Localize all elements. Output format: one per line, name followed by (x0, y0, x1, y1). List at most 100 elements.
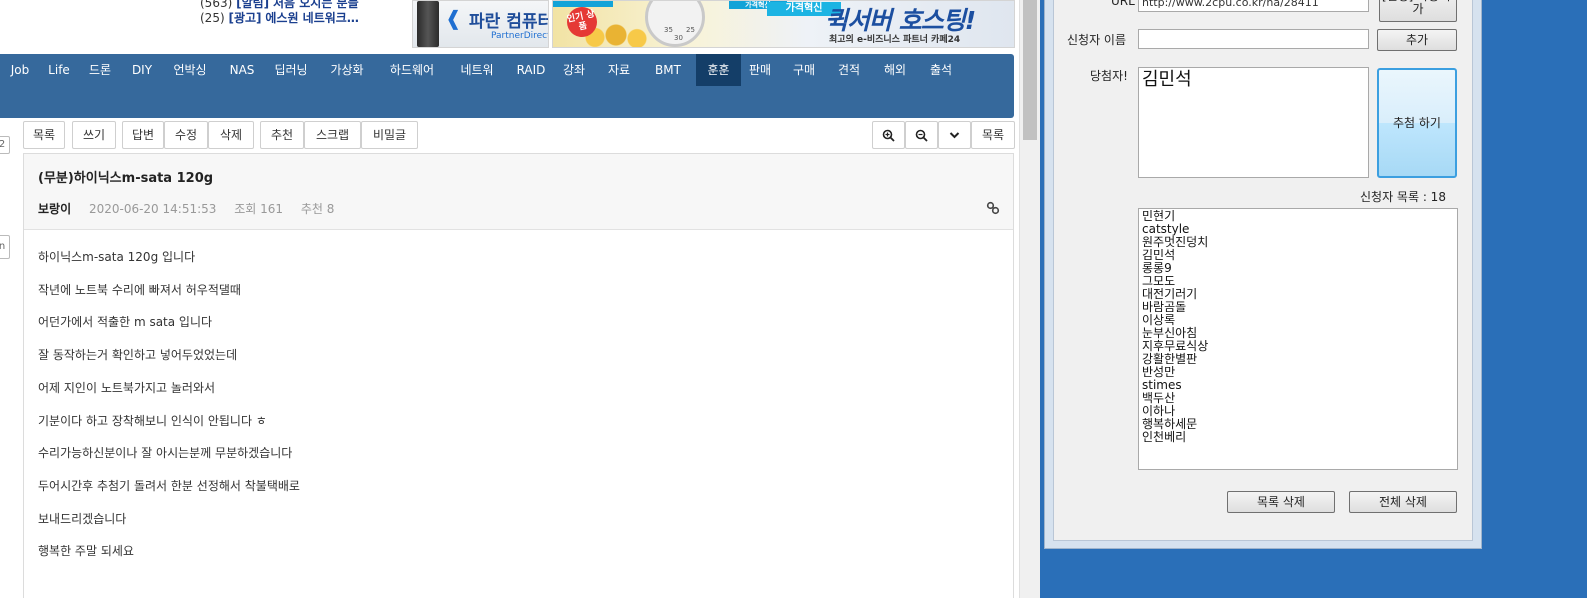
applicant-item[interactable]: 반성만 (1142, 366, 1454, 379)
clock-icon: 35 30 25 (645, 1, 705, 47)
write-button[interactable]: 쓰기 (72, 121, 116, 149)
post-title: (무분)하이닉스m-sata 120g (38, 171, 214, 186)
news-title[interactable]: 에스원 네트워크… (265, 11, 358, 25)
url-input[interactable] (1138, 0, 1369, 12)
draw-button[interactable]: 추첨 하기 (1377, 68, 1457, 178)
recommend-button[interactable]: 추천 (260, 121, 304, 149)
link-icon[interactable] (986, 201, 1000, 215)
secret-button[interactable]: 비밀글 (361, 121, 418, 149)
applicant-name-input[interactable] (1138, 29, 1369, 49)
nav-item-8[interactable]: 하드웨어 (381, 54, 443, 86)
nav-item-4[interactable]: 언박싱 (165, 54, 215, 86)
url-label: URL (1111, 0, 1135, 8)
applicant-item[interactable]: 김민석 (1142, 249, 1454, 262)
banner-brand: 파란 컴퓨터 (469, 12, 549, 32)
ad-banner-cafe24-hosting[interactable]: 인기 상품 35 30 25 가격혁신 가격혁신 퀵서버 호스팅! 최고의 e-… (552, 0, 1015, 48)
post-meta: 보랑이 2020-06-20 14:51:53 조회 161 추천 8 (38, 200, 348, 217)
browser-page: (563) [알림] 처음 오시는 분들 (25) [광고] 에스원 네트워크…… (0, 0, 1040, 598)
nav-item-16[interactable]: 구매 (787, 54, 821, 86)
category-navbar: Job Life 드론 DIY 언박싱 NAS 딥러닝 가상화 하드웨어 네트워 RAID 강좌 자료 B… (0, 54, 1014, 118)
post-body-line: 행복한 주말 되세요 (38, 544, 134, 559)
nav-item-7[interactable]: 가상화 (322, 54, 372, 86)
zoom-in-button[interactable] (872, 121, 905, 149)
nav-item-12[interactable]: 자료 (599, 54, 639, 86)
zoom-out-button[interactable] (905, 121, 938, 149)
nav-item-6[interactable]: 딥러닝 (268, 54, 314, 86)
applicant-item[interactable]: 백두산 (1142, 392, 1454, 405)
post-body-line: 기분이다 하고 장착해보니 인식이 안됩니다 ㅎ (38, 413, 267, 428)
nav-item-19[interactable]: 출석 (921, 54, 961, 86)
auto-add-button[interactable]: [신청] 자동 추가 (1379, 0, 1457, 22)
clock-number: 25 (686, 26, 695, 34)
applicant-item[interactable]: 원주멋진덩치 (1142, 236, 1454, 249)
list-button-right[interactable]: 목록 (971, 121, 1015, 149)
scrap-button[interactable]: 스크랩 (304, 121, 361, 149)
news-item[interactable]: (25) [광고] 에스원 네트워크… (200, 9, 359, 26)
applicant-item[interactable]: stimes (1142, 379, 1454, 392)
applicant-name-label: 신청자 이름 (1067, 33, 1127, 47)
edit-button[interactable]: 수정 (164, 121, 208, 149)
add-applicant-button[interactable]: 추가 (1377, 29, 1457, 51)
post-body-line: 작년에 노트북 수리에 빠져서 허우적댈때 (38, 282, 241, 297)
post-body-line: 두어시간후 추첨기 돌려서 한분 선정해서 착불택배로 (38, 478, 300, 493)
nav-item-5[interactable]: NAS (224, 54, 260, 86)
list-button[interactable]: 목록 (23, 121, 65, 149)
winner-label: 당첨자! (1090, 69, 1128, 83)
applicant-count: 신청자 목록 : 18 (1360, 190, 1446, 204)
news-count: (25) (200, 11, 225, 25)
post-body-line: 보내드리겠습니다 (38, 511, 127, 526)
nav-item-18[interactable]: 해외 (876, 54, 914, 86)
nav-item-9[interactable]: 네트워 (451, 54, 503, 86)
news-tag: [광고] (228, 11, 262, 25)
nav-item-14[interactable]: 훈훈 (696, 54, 741, 86)
scroll-down-button[interactable] (938, 121, 971, 149)
zoom-out-icon (915, 129, 928, 142)
post-toolbar: 목록 쓰기 답변 수정 삭제 추천 스크랩 비밀글 목록 (23, 121, 1015, 151)
banner-subtext: 최고의 e-비즈니스 파트너 카페24 (829, 35, 961, 45)
post-header: (무분)하이닉스m-sata 120g 보랑이 2020-06-20 14:51… (24, 154, 1013, 230)
raffle-panel: URL [신청] 자동 추가 신청자 이름 추가 당첨자! 김민석 추첨 하기 … (1053, 0, 1473, 541)
nav-item-2[interactable]: 드론 (81, 54, 119, 86)
paran-logo-icon: ❰ (445, 6, 462, 30)
applicant-item[interactable]: 바람곰돌 (1142, 301, 1454, 314)
nav-item-1[interactable]: Life (42, 54, 76, 86)
post-views: 조회 161 (234, 202, 284, 216)
delete-button[interactable]: 삭제 (208, 121, 254, 149)
nav-item-15[interactable]: 판매 (741, 54, 779, 86)
reply-button[interactable]: 답변 (122, 121, 164, 149)
nav-item-17[interactable]: 견적 (829, 54, 869, 86)
post-date: 2020-06-20 14:51:53 (88, 202, 217, 216)
scrollbar-thumb[interactable] (1023, 0, 1037, 140)
chevron-down-icon (949, 132, 960, 139)
post-author[interactable]: 보랑이 (38, 202, 71, 216)
nav-item-11[interactable]: 강좌 (557, 54, 591, 86)
left-rail-button[interactable]: 2 (0, 136, 10, 154)
zoom-in-icon (882, 129, 895, 142)
applicant-item[interactable]: 인천베리 (1142, 431, 1454, 444)
applicant-item[interactable]: 행복하세문 (1142, 418, 1454, 431)
nav-item-13[interactable]: BMT (647, 54, 689, 86)
post-recommends: 추천 8 (300, 202, 335, 216)
nav-item-0[interactable]: Job (4, 54, 36, 86)
post-view: (무분)하이닉스m-sata 120g 보랑이 2020-06-20 14:51… (23, 153, 1014, 598)
post-body-line: 잘 동작하는거 확인하고 넣어두었었는데 (38, 348, 238, 363)
applicant-item[interactable]: 강활한별판 (1142, 353, 1454, 366)
server-image (417, 1, 439, 47)
left-rail-button[interactable]: n (0, 235, 10, 259)
ad-banner-paran-computer[interactable]: ❰ 파란 컴퓨터 PartnerDirect (412, 0, 549, 48)
applicant-item[interactable]: 롱롱9 (1142, 262, 1454, 275)
delete-all-button[interactable]: 전체 삭제 (1349, 491, 1457, 513)
post-body-line: 수리가능하신분이나 잘 아시는분께 무분하겠습니다 (38, 446, 293, 461)
nav-item-10[interactable]: RAID (512, 54, 550, 86)
winner-output[interactable]: 김민석 (1138, 67, 1369, 178)
applicant-list[interactable]: 민현기 catstyle 원주멋진덩치 김민석 롱롱9 그모도 대전기러기 바람곰돌 이상록 눈부… (1138, 208, 1458, 470)
post-body-line: 어제 지인이 노트북가지고 놀러와서 (38, 380, 216, 395)
page-scrollbar[interactable] (1019, 0, 1040, 598)
applicant-item[interactable]: 대전기러기 (1142, 288, 1454, 301)
banner-partner: PartnerDirect (491, 31, 549, 41)
delete-selected-button[interactable]: 목록 삭제 (1227, 491, 1335, 513)
raffle-window: URL [신청] 자동 추가 신청자 이름 추가 당첨자! 김민석 추첨 하기 … (1044, 0, 1482, 549)
post-body-line: 하이닉스m-sata 120g 입니다 (38, 250, 196, 264)
nav-item-3[interactable]: DIY (126, 54, 158, 86)
post-body-line: 어던가에서 적출한 m sata 입니다 (38, 315, 213, 330)
